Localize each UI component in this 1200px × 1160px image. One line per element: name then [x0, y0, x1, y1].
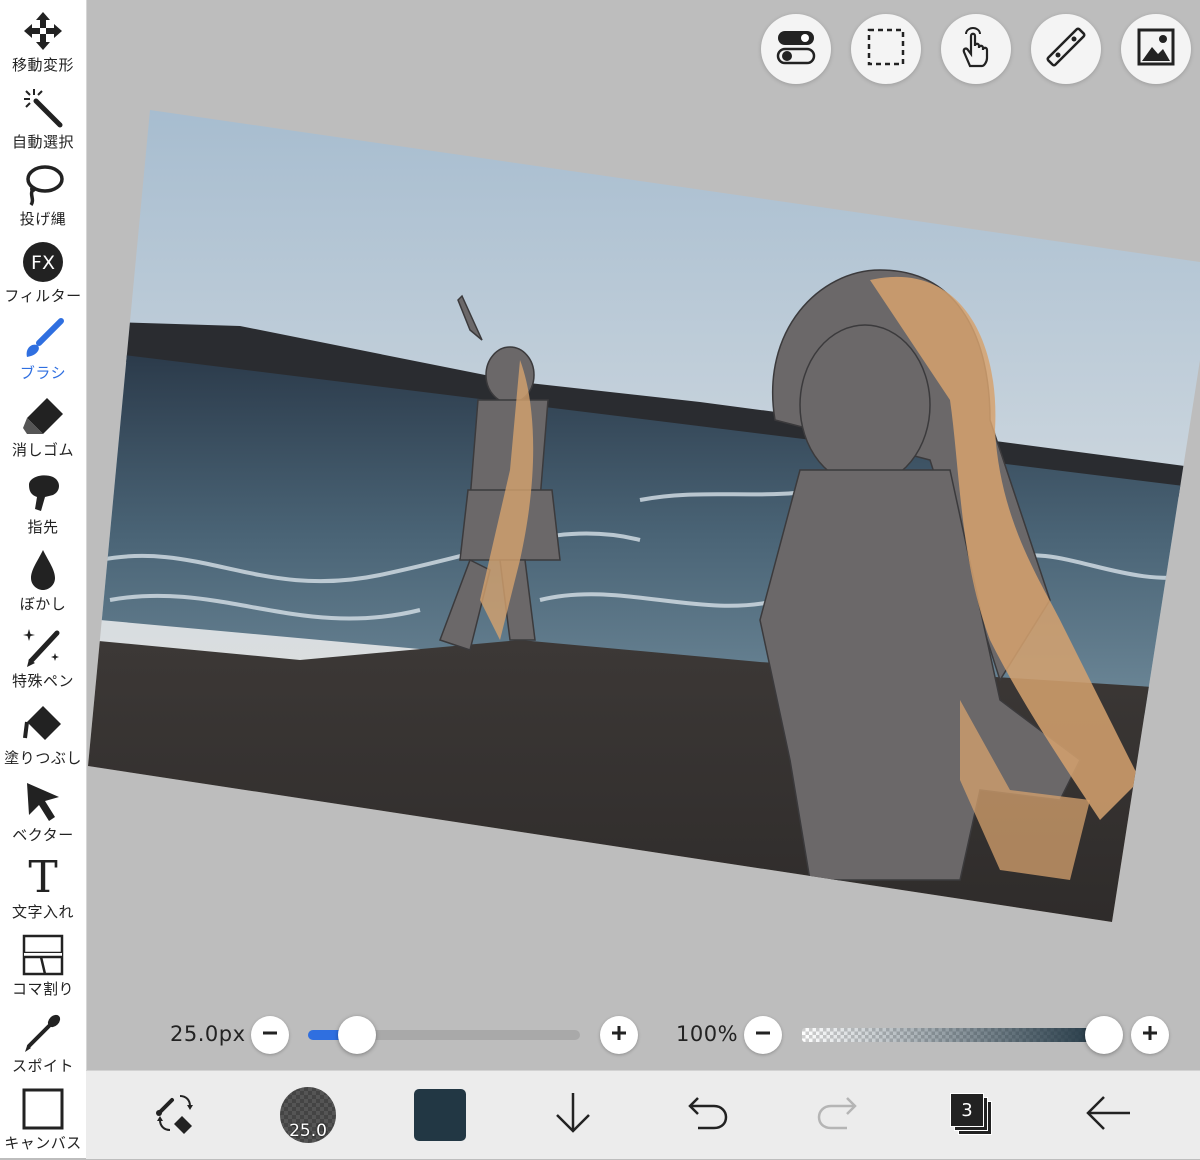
brush-size-preview-button[interactable]: 25.0	[276, 1083, 340, 1147]
ruler-button[interactable]	[1031, 14, 1101, 84]
vector-cursor-icon	[20, 778, 66, 824]
tool-label: ぼかし	[19, 595, 67, 613]
tool-eyedropper[interactable]: スポイト	[0, 1007, 86, 1083]
opacity-track	[802, 1028, 1102, 1042]
tool-fill[interactable]: 塗りつぶし	[0, 699, 86, 775]
toggle-button[interactable]	[761, 14, 831, 84]
layer-count: 3	[950, 1093, 984, 1127]
swap-brush-eraser-icon	[152, 1090, 198, 1140]
opacity-decrease-button[interactable]	[744, 1016, 782, 1054]
redo-button[interactable]	[807, 1083, 871, 1147]
opacity-increase-button[interactable]	[1131, 1016, 1169, 1054]
tool-label: 消しゴム	[11, 441, 74, 459]
tool-text[interactable]: T 文字入れ	[0, 853, 86, 929]
tool-canvas[interactable]: キャンバス	[0, 1084, 86, 1160]
touch-gesture-icon	[956, 26, 996, 72]
brush-size-value: 25.0px	[170, 1022, 246, 1046]
undo-button[interactable]	[674, 1083, 738, 1147]
tool-label: フィルター	[4, 287, 82, 305]
eyedropper-icon	[20, 1009, 66, 1055]
tool-label: 文字入れ	[11, 903, 74, 921]
tool-label: 指先	[27, 518, 59, 536]
lasso-icon	[20, 162, 66, 208]
tool-brush[interactable]: ブラシ	[0, 314, 86, 390]
toggle-icon	[776, 29, 816, 69]
canvas-icon	[20, 1086, 66, 1132]
tool-auto-select[interactable]: 自動選択	[0, 83, 86, 159]
plus-icon	[610, 1024, 628, 1046]
tool-panel-split[interactable]: コマ割り	[0, 930, 86, 1006]
bucket-fill-icon	[20, 701, 66, 747]
brush-size-decrease-button[interactable]	[251, 1016, 289, 1054]
tool-sidebar: 移動変形 自動選択 投げ縄 FX フィルター ブラシ 消しゴム 指先 ぼかし 特…	[0, 0, 87, 1158]
svg-text:FX: FX	[31, 252, 55, 274]
tool-filter[interactable]: FX フィルター	[0, 237, 86, 313]
tool-label: ベクター	[12, 826, 74, 844]
artwork	[88, 110, 1200, 922]
download-button[interactable]	[541, 1083, 605, 1147]
text-icon: T	[28, 852, 58, 903]
tool-label: スポイト	[11, 1057, 74, 1075]
minus-icon	[261, 1024, 279, 1046]
blur-drop-icon	[20, 547, 66, 593]
tool-eraser[interactable]: 消しゴム	[0, 391, 86, 467]
tool-blur[interactable]: ぼかし	[0, 545, 86, 621]
bottom-toolbar: 25.0 3	[86, 1070, 1200, 1159]
tool-label: 投げ縄	[19, 210, 67, 228]
tool-label: ブラシ	[19, 364, 67, 382]
brush-size-badge: 25.0	[289, 1121, 327, 1141]
ruler-icon	[1046, 27, 1086, 71]
opacity-value: 100%	[676, 1022, 739, 1046]
tool-label: 移動変形	[11, 56, 74, 74]
minus-icon	[754, 1024, 772, 1046]
tool-lasso[interactable]: 投げ縄	[0, 160, 86, 236]
tool-label: 特殊ペン	[11, 672, 74, 690]
color-swatch-icon	[414, 1089, 466, 1141]
move-arrows-icon	[20, 8, 66, 54]
undo-icon	[684, 1096, 728, 1134]
touch-gesture-button[interactable]	[941, 14, 1011, 84]
tool-label: 自動選択	[11, 133, 74, 151]
back-button[interactable]	[1076, 1083, 1140, 1147]
magic-wand-icon	[20, 85, 66, 131]
tool-label: キャンバス	[4, 1134, 82, 1152]
selection-button[interactable]	[851, 14, 921, 84]
brush-size-icon: 25.0	[280, 1087, 336, 1143]
back-arrow-icon	[1084, 1095, 1132, 1135]
plus-icon	[1141, 1024, 1159, 1046]
tool-label: コマ割り	[11, 980, 74, 998]
tool-label: 塗りつぶし	[4, 749, 82, 767]
layers-button[interactable]: 3	[940, 1083, 1004, 1147]
download-arrow-icon	[553, 1091, 593, 1139]
brush-icon	[20, 316, 66, 362]
color-picker-button[interactable]	[408, 1083, 472, 1147]
selection-icon	[866, 27, 906, 71]
swap-brush-eraser-button[interactable]	[143, 1083, 207, 1147]
brush-size-increase-button[interactable]	[600, 1016, 638, 1054]
tool-move-transform[interactable]: 移動変形	[0, 6, 86, 82]
panel-layout-icon	[20, 932, 66, 978]
special-pen-icon	[20, 624, 66, 670]
fx-icon: FX	[20, 239, 66, 285]
tool-vector[interactable]: ベクター	[0, 776, 86, 852]
eraser-icon	[20, 393, 66, 439]
brush-size-thumb[interactable]	[337, 1016, 376, 1054]
image-icon	[1136, 27, 1176, 71]
tool-finger[interactable]: 指先	[0, 468, 86, 544]
finger-smudge-icon	[20, 470, 66, 516]
drawing-canvas[interactable]	[0, 0, 1200, 1070]
layers-icon: 3	[950, 1093, 994, 1137]
tool-special-pen[interactable]: 特殊ペン	[0, 622, 86, 698]
opacity-thumb[interactable]	[1085, 1016, 1123, 1054]
image-button[interactable]	[1121, 14, 1191, 84]
redo-icon	[817, 1096, 861, 1134]
